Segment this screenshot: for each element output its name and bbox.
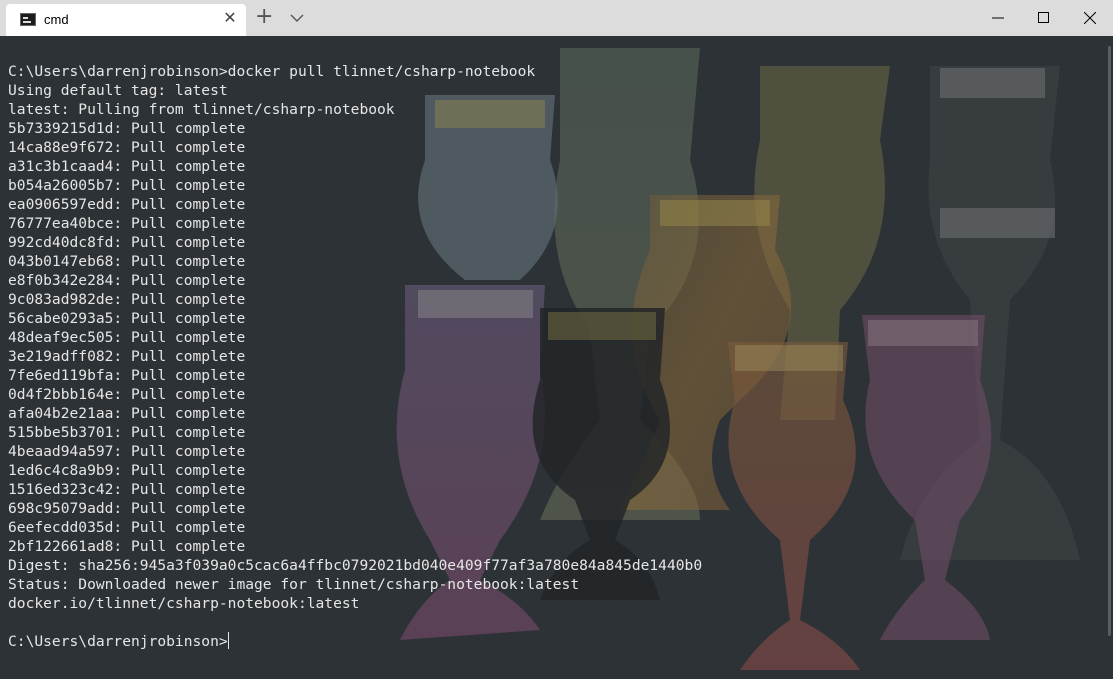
terminal-line: 515bbe5b3701: Pull complete	[8, 424, 246, 441]
terminal-line: afa04b2e21aa: Pull complete	[8, 405, 246, 422]
terminal-pane[interactable]: C:\Users\darrenjrobinson>docker pull tli…	[0, 36, 1113, 679]
terminal-line: 1516ed323c42: Pull complete	[8, 481, 246, 498]
terminal-line: Digest: sha256:945a3f039a0c5cac6a4ffbc07…	[8, 557, 703, 574]
minimize-button[interactable]	[975, 0, 1021, 36]
terminal-line: e8f0b342e284: Pull complete	[8, 272, 246, 289]
terminal-output: C:\Users\darrenjrobinson>docker pull tli…	[8, 43, 702, 651]
terminal-line: 9c083ad982de: Pull complete	[8, 291, 246, 308]
terminal-line: 1ed6c4c8a9b9: Pull complete	[8, 462, 246, 479]
terminal-line: 043b0147eb68: Pull complete	[8, 253, 246, 270]
terminal-line: 14ca88e9f672: Pull complete	[8, 139, 246, 156]
terminal-line: 0d4f2bbb164e: Pull complete	[8, 386, 246, 403]
terminal-line: 6eefecdd035d: Pull complete	[8, 519, 246, 536]
terminal-line: docker.io/tlinnet/csharp-notebook:latest	[8, 595, 360, 612]
text-cursor	[227, 632, 229, 649]
terminal-line: 992cd40dc8fd: Pull complete	[8, 234, 246, 251]
close-icon	[1084, 12, 1096, 24]
terminal-line: Using default tag: latest	[8, 82, 228, 99]
terminal-line: C:\Users\darrenjrobinson>docker pull tli…	[8, 63, 536, 80]
terminal-line: 48deaf9ec505: Pull complete	[8, 329, 246, 346]
prompt-text: C:\Users\darrenjrobinson>	[8, 633, 228, 650]
terminal-line: ea0906597edd: Pull complete	[8, 196, 246, 213]
close-window-button[interactable]	[1067, 0, 1113, 36]
plus-icon[interactable]: +	[255, 6, 273, 28]
tab-cmd[interactable]: cmd ✕	[6, 4, 246, 36]
terminal-line: 698c95079add: Pull complete	[8, 500, 246, 517]
tab-title: cmd	[44, 12, 69, 27]
terminal-line: 56cabe0293a5: Pull complete	[8, 310, 246, 327]
chevron-down-icon[interactable]	[288, 10, 306, 24]
terminal-line: a31c3b1caad4: Pull complete	[8, 158, 246, 175]
maximize-icon	[1038, 12, 1049, 23]
terminal-line: 76777ea40bce: Pull complete	[8, 215, 246, 232]
close-tab-icon[interactable]: ✕	[222, 10, 238, 26]
minimize-icon	[992, 17, 1004, 19]
terminal-line: latest: Pulling from tlinnet/csharp-note…	[8, 101, 395, 118]
terminal-line: 2bf122661ad8: Pull complete	[8, 538, 246, 555]
terminal-line: Status: Downloaded newer image for tlinn…	[8, 576, 580, 593]
scrollbar[interactable]	[1108, 46, 1111, 636]
terminal-line: 7fe6ed119bfa: Pull complete	[8, 367, 246, 384]
terminal-line: b054a26005b7: Pull complete	[8, 177, 246, 194]
maximize-button[interactable]	[1021, 0, 1067, 36]
cmd-icon	[20, 13, 36, 26]
terminal-line: 4beaad94a597: Pull complete	[8, 443, 246, 460]
terminal-line: 3e219adff082: Pull complete	[8, 348, 246, 365]
command-prompt[interactable]: C:\Users\darrenjrobinson>	[8, 632, 702, 651]
title-bar: cmd ✕ +	[0, 0, 1113, 36]
terminal-line: 5b7339215d1d: Pull complete	[8, 120, 246, 137]
